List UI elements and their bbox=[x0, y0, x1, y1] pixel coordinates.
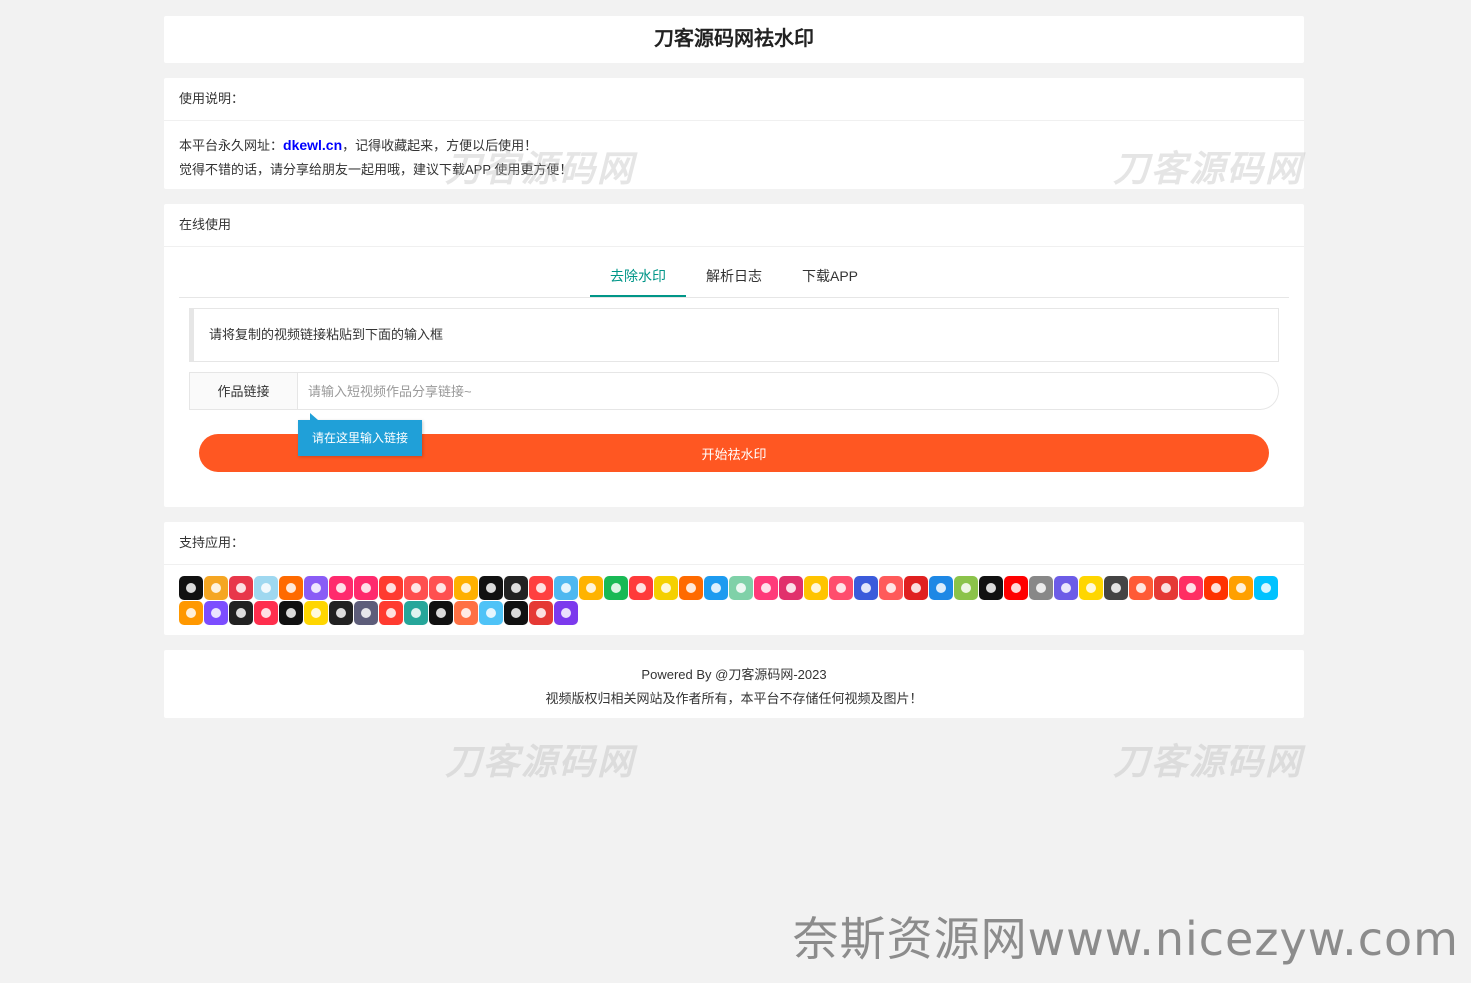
app-icon bbox=[904, 576, 928, 600]
footer: Powered By @刀客源码网-2023 视频版权归相关网站及作者所有，本平… bbox=[164, 650, 1304, 718]
watermark-text: 刀客源码网 bbox=[445, 742, 636, 783]
app-icon bbox=[1004, 576, 1028, 600]
app-icon bbox=[1029, 576, 1053, 600]
instruction-notice: 请将复制的视频链接粘贴到下面的输入框 bbox=[189, 308, 1279, 362]
app-icon bbox=[929, 576, 953, 600]
link-input-row: 作品链接 bbox=[189, 372, 1279, 410]
usage-body: 本平台永久网址：dkewl.cn，记得收藏起来，方便以后使用！ 觉得不错的话，请… bbox=[164, 121, 1304, 189]
app-icon bbox=[529, 601, 553, 625]
app-icon bbox=[779, 576, 803, 600]
app-icon bbox=[954, 576, 978, 600]
app-icon bbox=[404, 576, 428, 600]
online-heading: 在线使用 bbox=[164, 204, 1304, 247]
start-button-area: 开始祛水印 请在这里输入链接 bbox=[199, 413, 1269, 472]
page-title: 刀客源码网祛水印 bbox=[654, 28, 814, 50]
app-icon bbox=[429, 576, 453, 600]
app-icon bbox=[679, 576, 703, 600]
app-icon bbox=[1079, 576, 1103, 600]
app-icon bbox=[1104, 576, 1128, 600]
app-icon bbox=[1179, 576, 1203, 600]
app-icon bbox=[279, 601, 303, 625]
app-icon bbox=[1154, 576, 1178, 600]
app-icon bbox=[479, 601, 503, 625]
watermark-text: 刀客源码网 bbox=[1113, 742, 1304, 783]
app-icon bbox=[579, 576, 603, 600]
app-icon bbox=[254, 576, 278, 600]
app-icon bbox=[804, 576, 828, 600]
app-icon bbox=[429, 601, 453, 625]
supported-apps-heading: 支持应用： bbox=[164, 522, 1304, 565]
app-icon bbox=[529, 576, 553, 600]
app-icon bbox=[304, 601, 328, 625]
usage-line-1-prefix: 本平台永久网址： bbox=[179, 138, 284, 153]
page-container: 刀客源码网祛水印 使用说明： 本平台永久网址：dkewl.cn，记得收藏起来，方… bbox=[164, 16, 1304, 733]
app-icon bbox=[1129, 576, 1153, 600]
app-icon bbox=[879, 576, 903, 600]
tab-remove-watermark[interactable]: 去除水印 bbox=[589, 247, 686, 297]
usage-line-2: 觉得不错的话，请分享给朋友一起用哦，建议下载APP 使用更方便！ bbox=[179, 162, 573, 177]
app-icon bbox=[204, 576, 228, 600]
app-icon bbox=[404, 601, 428, 625]
app-icon bbox=[729, 576, 753, 600]
app-icon bbox=[229, 601, 253, 625]
site-watermark: 奈斯资源网www.nicezyw.com bbox=[792, 912, 1459, 966]
app-icon bbox=[254, 601, 278, 625]
link-input-label: 作品链接 bbox=[189, 372, 298, 410]
tab-bar: 去除水印 解析日志 下载APP bbox=[179, 247, 1289, 298]
app-icon bbox=[479, 576, 503, 600]
app-icon bbox=[379, 576, 403, 600]
app-icon bbox=[329, 576, 353, 600]
page-title-card: 刀客源码网祛水印 bbox=[164, 16, 1304, 63]
app-icon bbox=[979, 576, 1003, 600]
tab-download-app[interactable]: 下载APP bbox=[782, 247, 878, 297]
usage-heading: 使用说明： bbox=[164, 78, 1304, 121]
app-icon bbox=[179, 601, 203, 625]
app-icon bbox=[1204, 576, 1228, 600]
supported-apps-list bbox=[164, 565, 1304, 635]
footer-copyright: 视频版权归相关网站及作者所有，本平台不存储任何视频及图片！ bbox=[545, 691, 923, 706]
app-icon bbox=[829, 576, 853, 600]
app-icon bbox=[754, 576, 778, 600]
app-icon bbox=[654, 576, 678, 600]
input-tooltip: 请在这里输入链接 bbox=[298, 413, 423, 456]
app-icon bbox=[379, 601, 403, 625]
app-icon bbox=[329, 601, 353, 625]
app-icon bbox=[604, 576, 628, 600]
usage-card: 使用说明： 本平台永久网址：dkewl.cn，记得收藏起来，方便以后使用！ 觉得… bbox=[164, 78, 1304, 189]
app-icon bbox=[1229, 576, 1253, 600]
usage-line-1: 本平台永久网址：dkewl.cn，记得收藏起来，方便以后使用！ bbox=[179, 133, 1289, 158]
app-icon bbox=[354, 601, 378, 625]
app-icon bbox=[354, 576, 378, 600]
footer-powered-by: Powered By @刀客源码网-2023 bbox=[641, 667, 827, 682]
app-icon bbox=[854, 576, 878, 600]
link-input[interactable] bbox=[298, 372, 1279, 410]
app-icon bbox=[454, 601, 478, 625]
site-link[interactable]: dkewl.cn bbox=[283, 137, 342, 153]
app-icon bbox=[304, 576, 328, 600]
app-icon bbox=[1254, 576, 1278, 600]
app-icon bbox=[204, 601, 228, 625]
usage-line-1-suffix: ，记得收藏起来，方便以后使用！ bbox=[342, 138, 538, 153]
online-card: 在线使用 去除水印 解析日志 下载APP 请将复制的视频链接粘贴到下面的输入框 … bbox=[164, 204, 1304, 507]
app-icon bbox=[229, 576, 253, 600]
app-icon bbox=[1054, 576, 1078, 600]
app-icon bbox=[704, 576, 728, 600]
app-icon bbox=[504, 576, 528, 600]
app-icon bbox=[554, 576, 578, 600]
app-icon bbox=[279, 576, 303, 600]
supported-apps-card: 支持应用： bbox=[164, 522, 1304, 635]
tab-parse-log[interactable]: 解析日志 bbox=[686, 247, 782, 297]
app-icon bbox=[454, 576, 478, 600]
app-icon bbox=[554, 601, 578, 625]
app-icon bbox=[179, 576, 203, 600]
app-icon bbox=[629, 576, 653, 600]
app-icon bbox=[504, 601, 528, 625]
